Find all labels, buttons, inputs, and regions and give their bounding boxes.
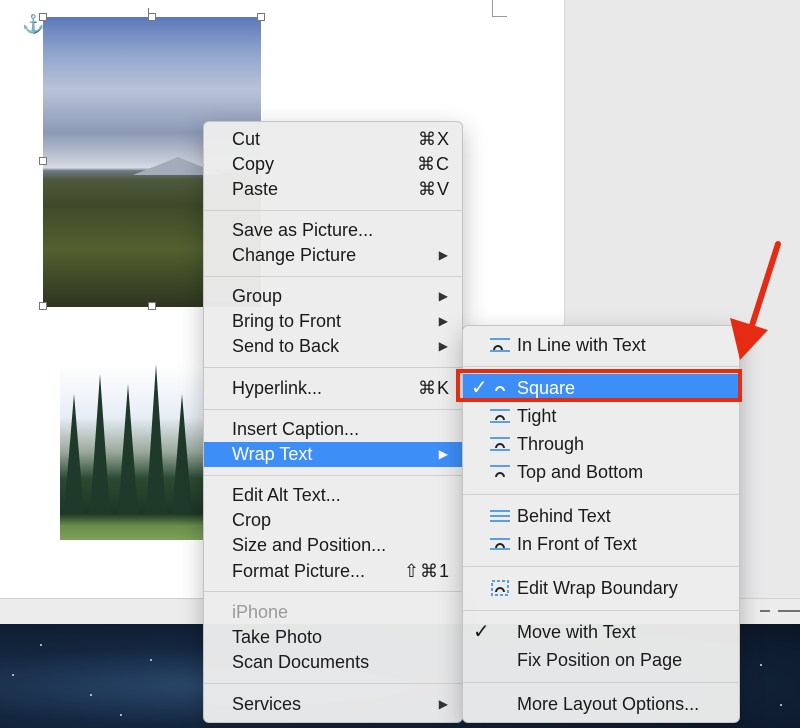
submenu-arrow-icon: ▶: [438, 248, 448, 262]
zoom-slider[interactable]: [778, 610, 800, 612]
star: [40, 644, 42, 646]
menu-item-format-picture[interactable]: Format Picture... ⇧⌘1: [204, 559, 462, 584]
menu-item-wrap-text[interactable]: Wrap Text ▶: [204, 442, 462, 467]
resize-handle-top-right[interactable]: [257, 13, 265, 21]
wrap-behind-icon: [490, 510, 510, 522]
menu-item-scan-documents[interactable]: Scan Documents: [204, 650, 462, 675]
menu-section-iphone: iPhone: [232, 602, 289, 622]
annotation-arrow-icon: [730, 241, 781, 360]
menu-separator: [463, 610, 739, 611]
menu-item-change-picture[interactable]: Change Picture ▶: [204, 243, 462, 268]
wrap-option-in-front-of-text[interactable]: In Front of Text: [463, 530, 739, 558]
wrap-option-move-with-text[interactable]: ✓ Move with Text: [463, 618, 739, 646]
menu-separator: [204, 591, 462, 592]
page-margin-mark: [492, 0, 507, 17]
wrap-tight-icon: [490, 409, 510, 423]
menu-separator: [204, 475, 462, 476]
tree-shape: [118, 384, 138, 514]
resize-handle-left[interactable]: [39, 157, 47, 165]
menu-separator: [463, 494, 739, 495]
menu-item-crop[interactable]: Crop: [204, 508, 462, 533]
star: [120, 714, 122, 716]
annotation-highlight-box: [456, 369, 742, 402]
wrap-top-bottom-icon: [490, 465, 510, 478]
menu-item-send-to-back[interactable]: Send to Back ▶: [204, 334, 462, 359]
star: [150, 659, 152, 661]
star: [780, 704, 782, 706]
menu-separator: [204, 683, 462, 684]
submenu-arrow-icon: ▶: [438, 447, 448, 461]
menu-separator: [204, 367, 462, 368]
menu-item-copy[interactable]: Copy ⌘C: [204, 152, 462, 177]
menu-item-hyperlink[interactable]: Hyperlink... ⌘K: [204, 376, 462, 401]
menu-item-edit-alt-text[interactable]: Edit Alt Text...: [204, 483, 462, 508]
star: [12, 674, 14, 676]
submenu-arrow-icon: ▶: [438, 697, 448, 711]
menu-separator: [463, 366, 739, 367]
tree-shape: [146, 364, 166, 514]
edit-wrap-boundary-icon: [491, 580, 509, 596]
zoom-out-icon[interactable]: [760, 610, 770, 612]
wrap-option-behind-text[interactable]: Behind Text: [463, 502, 739, 530]
wrap-option-through[interactable]: Through: [463, 430, 739, 458]
photo-trees[interactable]: [60, 364, 204, 540]
menu-item-insert-caption[interactable]: Insert Caption...: [204, 417, 462, 442]
wrap-option-more-layout-options[interactable]: More Layout Options...: [463, 690, 739, 718]
menu-separator: [463, 566, 739, 567]
menu-separator: [204, 409, 462, 410]
wrap-option-tight[interactable]: Tight: [463, 402, 739, 430]
menu-item-paste[interactable]: Paste ⌘V: [204, 177, 462, 202]
submenu-arrow-icon: ▶: [438, 314, 448, 328]
menu-separator: [204, 276, 462, 277]
menu-item-bring-to-front[interactable]: Bring to Front ▶: [204, 309, 462, 334]
wrap-option-fix-position-on-page[interactable]: Fix Position on Page: [463, 646, 739, 674]
resize-handle-top-left[interactable]: [39, 13, 47, 21]
menu-item-group[interactable]: Group ▶: [204, 284, 462, 309]
submenu-arrow-icon: ▶: [438, 289, 448, 303]
menu-item-services[interactable]: Services ▶: [204, 692, 462, 717]
tree-shape: [90, 374, 110, 514]
resize-handle-bottom[interactable]: [148, 302, 156, 310]
wrap-option-top-and-bottom[interactable]: Top and Bottom: [463, 458, 739, 486]
checkmark-icon: ✓: [473, 621, 490, 643]
menu-item-take-photo[interactable]: Take Photo: [204, 625, 462, 650]
wrap-through-icon: [490, 437, 510, 451]
tree-shape: [172, 394, 192, 514]
menu-separator: [204, 210, 462, 211]
rotate-handle[interactable]: [148, 8, 149, 14]
resize-handle-bottom-left[interactable]: [39, 302, 47, 310]
star: [760, 664, 762, 666]
context-menu: Cut ⌘X Copy ⌘C Paste ⌘V Save as Picture.…: [203, 121, 463, 723]
resize-handle-top[interactable]: [148, 13, 156, 21]
menu-separator: [463, 682, 739, 683]
star: [90, 694, 92, 696]
tree-shape: [64, 394, 84, 514]
menu-item-size-and-position[interactable]: Size and Position...: [204, 533, 462, 558]
menu-item-save-as-picture[interactable]: Save as Picture...: [204, 218, 462, 243]
wrap-in-front-icon: [490, 538, 510, 550]
wrap-option-edit-wrap-boundary[interactable]: Edit Wrap Boundary: [463, 574, 739, 602]
wrap-option-in-line-with-text[interactable]: In Line with Text: [463, 331, 739, 359]
submenu-arrow-icon: ▶: [438, 339, 448, 353]
wrap-inline-icon: [490, 338, 510, 352]
menu-item-cut[interactable]: Cut ⌘X: [204, 127, 462, 152]
